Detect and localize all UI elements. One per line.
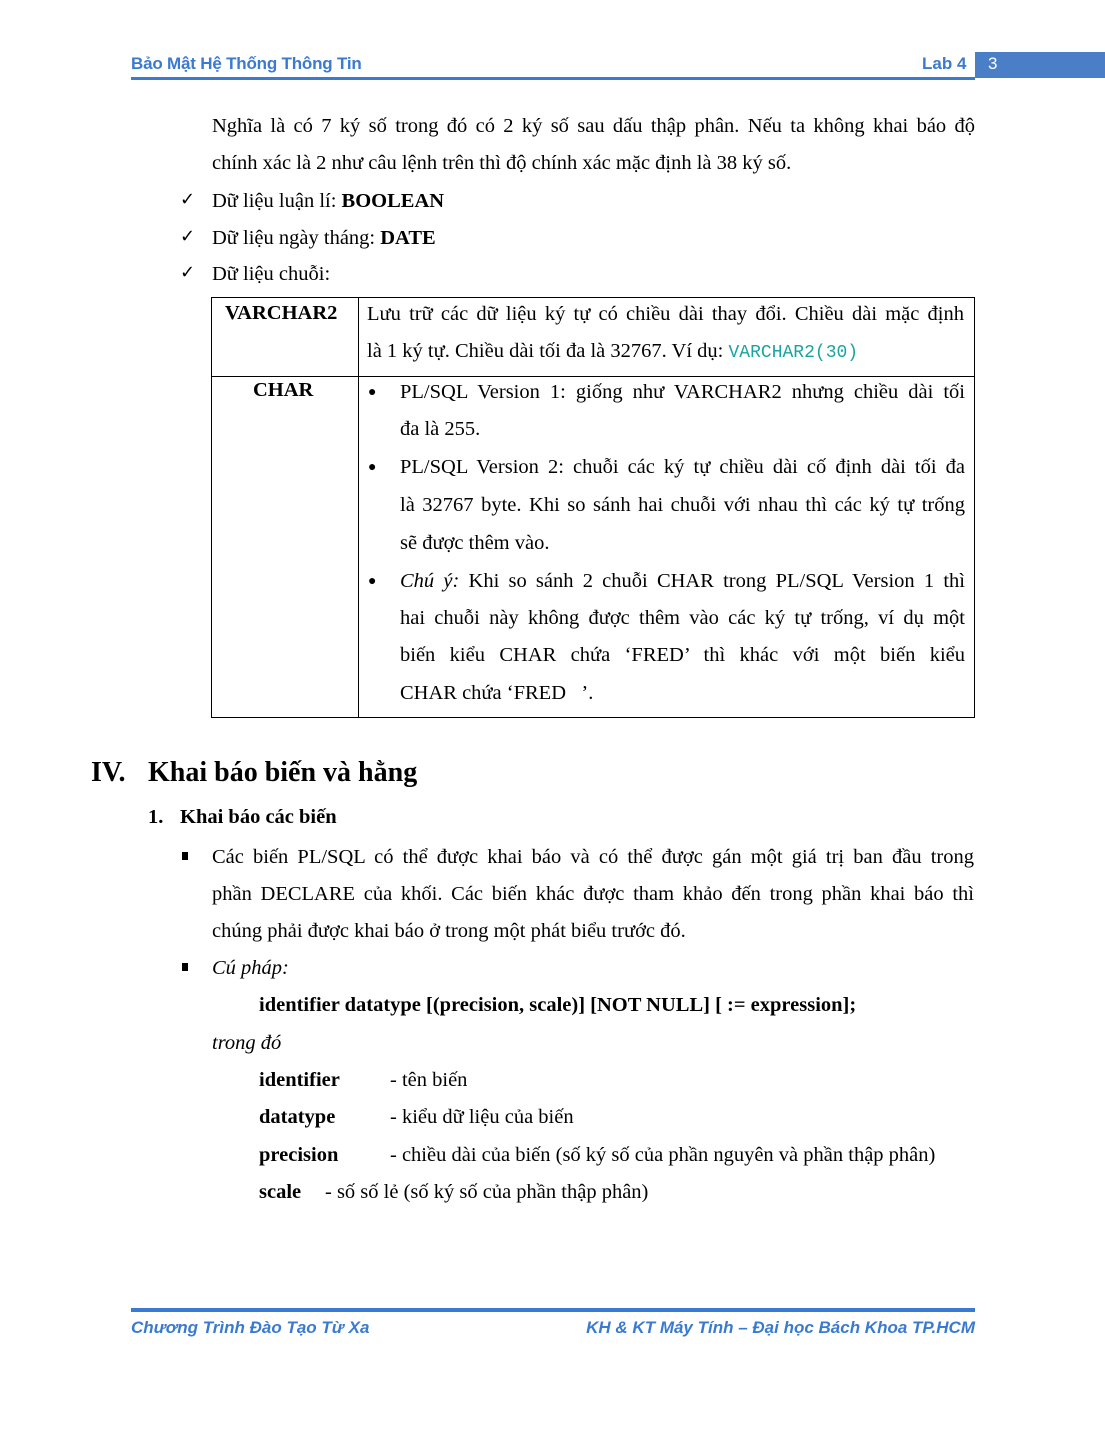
footer-institution: KH & KT Máy Tính – Đại học Bách Khoa TP.… [586,1318,975,1337]
checklist-label: Dữ liệu chuỗi: [212,263,331,285]
table-cell-type-varchar2: VARCHAR2 [225,302,338,324]
checkmark-icon: ✓ [180,262,196,283]
code-example: VARCHAR2(30) [728,343,859,363]
syntax-statement: identifier datatype [(precision, scale)]… [259,994,857,1016]
char-bullet-2-line: sẽ được thêm vào. [400,532,550,554]
char-bullet-1-line: PL/SQL Version 1: giống như VARCHAR2 như… [400,381,965,403]
char-bullet-1-line: đa là 255. [400,418,481,440]
document-page: Bảo Mật Hệ Thống Thông Tin Lab 4 3 Nghĩa… [0,0,1105,1430]
footer-rule [131,1308,975,1312]
table-cell-desc-line: Lưu trữ các dữ liệu ký tự có chiều dài t… [367,303,964,325]
note-prefix: Chú ý: [400,570,460,592]
subsection-title: Khai báo các biến [180,806,337,828]
definition-desc: - số số lẻ (số ký số của phần thập phân) [325,1181,649,1203]
checklist-item-string: Dữ liệu chuỗi: [212,262,330,286]
subsection-number: 1. [148,806,164,828]
paragraph-line: phần DECLARE của khối. Các biến khác đượ… [212,883,974,905]
definition-desc: - tên biến [390,1069,468,1091]
definition-term: scale [259,1181,302,1203]
string-types-table: VARCHAR2 Lưu trữ các dữ liệu ký tự có ch… [211,297,975,718]
paragraph-line: Các biến PL/SQL có thể được khai báo và … [212,846,974,868]
header-rule [131,77,975,80]
section-title: Khai báo biến và hằng [148,757,418,788]
definition-term: datatype [259,1106,336,1128]
checklist-item-boolean: Dữ liệu luận lí: BOOLEAN [212,189,444,213]
bullet-icon: ● [368,385,377,400]
char-bullet-3-line: Chú ý: Khi so sánh 2 chuỗi CHAR trong PL… [400,569,965,593]
checkmark-icon: ✓ [180,226,196,247]
definition-desc: - chiều dài của biến (số ký số của phần … [390,1144,936,1166]
checkmark-icon: ✓ [180,189,196,210]
char-bullet-2-line: PL/SQL Version 2: chuỗi các ký tự chiều … [400,456,965,478]
intro-line-2: chính xác là 2 như câu lệnh trên thì độ … [212,152,792,174]
definition-desc: - kiểu dữ liệu của biến [390,1106,574,1128]
bullet-icon: ● [368,460,377,475]
desc-text: là 1 ký tự. Chiều dài tối đa là 32767. V… [367,340,729,362]
table-row-divider [212,376,974,377]
footer-program: Chương Trình Đào Tạo Từ Xa [131,1318,370,1337]
table-column-divider [358,298,359,717]
table-cell-type-char: CHAR [253,379,314,401]
paragraph-line: chúng phải được khai báo ở trong một phá… [212,920,686,942]
square-bullet-icon [182,852,188,860]
checklist-label: Dữ liệu luận lí: [212,190,342,212]
checklist-label: Dữ liệu ngày tháng: [212,227,381,249]
checklist-value: BOOLEAN [341,190,445,212]
intro-line-1: Nghĩa là có 7 ký số trong đó có 2 ký số … [212,115,975,137]
note-text: Khi so sánh 2 chuỗi CHAR trong PL/SQL Ve… [459,570,965,592]
syntax-label: Cú pháp: [212,957,289,979]
char-bullet-3-line: hai chuỗi này không được thêm vào các ký… [400,607,965,629]
char-bullet-2-line: là 32767 byte. Khi so sánh hai chuỗi với… [400,494,965,516]
where-label: trong đó [212,1032,282,1054]
header-title: Bảo Mật Hệ Thống Thông Tin [131,54,362,73]
definition-term: identifier [259,1069,340,1091]
char-bullet-3-line: biến kiểu CHAR chứa ‘FRED’ thì khác với … [400,644,965,666]
checklist-value: DATE [380,227,436,249]
header-lab-label: Lab 4 [922,54,967,73]
table-cell-desc-line: là 1 ký tự. Chiều dài tối đa là 32767. V… [367,339,858,365]
square-bullet-icon [182,963,188,971]
char-bullet-3-line: CHAR chứa ‘FRED ’. [400,682,594,704]
definition-term: precision [259,1144,339,1166]
bullet-icon: ● [368,574,377,589]
checklist-item-date: Dữ liệu ngày tháng: DATE [212,226,436,250]
section-number: IV. [91,757,126,788]
page-number: 3 [988,54,998,73]
